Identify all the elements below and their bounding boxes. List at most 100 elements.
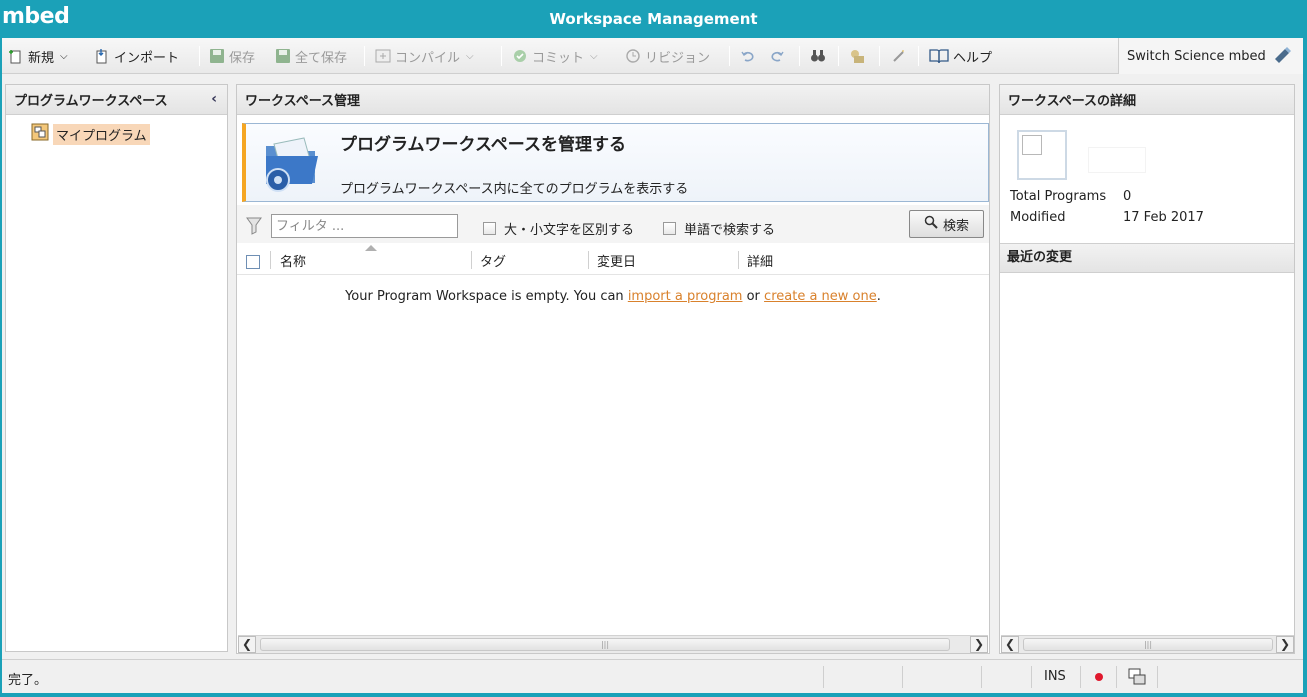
toolbar-divider [879,46,880,66]
sort-ascending-icon [365,245,377,251]
help-button[interactable]: ヘルプ [929,46,992,66]
scrollbar-thumb[interactable]: ||| [260,638,950,651]
status-divider [823,666,824,688]
toolbar-divider [799,46,800,66]
wand-icon [891,48,907,64]
new-file-icon [8,48,24,64]
publish-icon [849,48,865,64]
compile-button-label: コンパイル [395,50,461,66]
binoculars-icon [810,48,826,64]
toolbar-divider [838,46,839,66]
save-all-icon [275,48,291,64]
save-button[interactable]: 保存 [209,46,255,66]
scroll-left-arrow-icon[interactable]: ❮ [1001,636,1019,653]
column-divider [588,251,589,269]
redo-button[interactable] [769,46,789,66]
column-header-tags[interactable]: タグ [480,251,506,270]
program-workspace-panel: プログラムワークスペース ‹ マイプログラム [5,84,228,652]
panel-title: ワークスペースの詳細 [1008,94,1137,109]
commit-icon [512,48,528,64]
column-divider [270,251,271,269]
program-workspace-header: プログラムワークスペース ‹ [6,85,227,115]
whole-word-checkbox[interactable]: 単語で検索する [663,219,775,238]
horizontal-scrollbar[interactable]: ❮ ||| ❯ [1001,635,1294,653]
toolbar-divider [918,46,919,66]
scroll-left-arrow-icon[interactable]: ❮ [238,636,256,653]
insert-mode-indicator: INS [1044,669,1066,684]
publish-button[interactable] [849,46,869,66]
horizontal-scrollbar[interactable]: ❮ ||| ❯ [238,635,988,653]
title-bar: mbed Workspace Management [0,0,1307,38]
create-program-link[interactable]: create a new one [764,289,877,304]
collapse-icon[interactable]: ‹ [211,91,217,107]
folder-gear-icon [260,130,324,198]
revision-button[interactable]: リビジョン [625,46,710,66]
toolbar-divider [729,46,730,66]
info-banner: プログラムワークスペースを管理する プログラムワークスペース内に全てのプログラム… [242,123,989,202]
search-button-label: 検索 [942,218,969,234]
window-icon[interactable] [1128,668,1146,690]
import-program-link[interactable]: import a program [628,289,743,304]
chevron-down-icon[interactable]: ⌵ [466,51,474,62]
import-button-label: インポート [114,50,180,66]
platform-selector[interactable]: Switch Science mbed L [1118,38,1303,74]
column-divider [471,251,472,269]
checkbox-box[interactable] [663,222,676,235]
commit-button[interactable]: コミット ⌵ [512,46,598,66]
table-header: 名称 タグ 変更日 詳細 [237,243,989,275]
tree-item-my-programs[interactable]: マイプログラム [31,123,150,145]
column-header-details[interactable]: 詳細 [747,251,773,270]
find-button[interactable] [810,46,830,66]
tree-item-label: マイプログラム [53,123,150,145]
empty-message-end: . [876,289,881,304]
app-frame: 新規 ⌵ インポート 保存 全て保存 コンパイル ⌵ コミット ⌵ リビジョン … [2,38,1303,693]
toolbar-divider [501,46,502,66]
checkbox-box[interactable] [483,222,496,235]
status-divider [1080,666,1081,688]
toolbar-divider [199,46,200,66]
total-programs-label: Total Programs [1010,189,1107,204]
modified-value: 17 Feb 2017 [1123,210,1204,225]
search-button[interactable]: 検索 [909,210,984,238]
toolbar: 新規 ⌵ インポート 保存 全て保存 コンパイル ⌵ コミット ⌵ リビジョン … [2,38,1303,74]
status-bar: 完了。 INS [2,659,1303,692]
compile-button[interactable]: コンパイル ⌵ [375,46,474,66]
undo-button[interactable] [740,46,760,66]
empty-message-or: or [742,289,765,304]
workspace-details-header: ワークスペースの詳細 [1000,85,1294,115]
filter-input[interactable] [271,214,458,238]
commit-button-label: コミット [532,50,585,66]
modified-label: Modified [1010,210,1066,225]
save-all-button[interactable]: 全て保存 [275,46,347,66]
clock-icon [625,48,641,64]
column-header-name[interactable]: 名称 [280,251,306,270]
panel-title: プログラムワークスペース [14,94,168,109]
chevron-down-icon[interactable]: ⌵ [590,51,598,62]
new-button-label: 新規 [28,50,55,66]
select-all-checkbox[interactable] [246,255,260,269]
book-icon [929,48,949,64]
import-button[interactable]: インポート [94,46,179,66]
format-code-button[interactable] [891,46,911,66]
status-divider [1116,666,1117,688]
workspace-details-panel: ワークスペースの詳細 Total Programs 0 Modified 17 … [999,84,1295,654]
undo-icon [740,48,756,64]
banner-heading: プログラムワークスペースを管理する [340,135,626,155]
status-divider [1157,666,1158,688]
chevron-down-icon[interactable]: ⌵ [60,51,68,62]
platform-label: Switch Science mbed L [1127,48,1267,64]
status-divider [1031,666,1032,688]
record-icon[interactable] [1095,673,1103,681]
scrollbar-thumb[interactable]: ||| [1023,638,1273,651]
new-button[interactable]: 新規 ⌵ [8,46,68,66]
workspace-management-header: ワークスペース管理 [237,85,989,115]
toolbar-divider [364,46,365,66]
workspace-thumbnail [1017,130,1067,180]
case-sensitive-label: 大・小文字を区別する [504,223,635,238]
scroll-right-arrow-icon[interactable]: ❯ [1276,636,1294,653]
case-sensitive-checkbox[interactable]: 大・小文字を区別する [483,219,634,238]
column-header-modified[interactable]: 変更日 [597,251,636,270]
status-divider [981,666,982,688]
scroll-right-arrow-icon[interactable]: ❯ [970,636,988,653]
import-icon [94,48,110,64]
